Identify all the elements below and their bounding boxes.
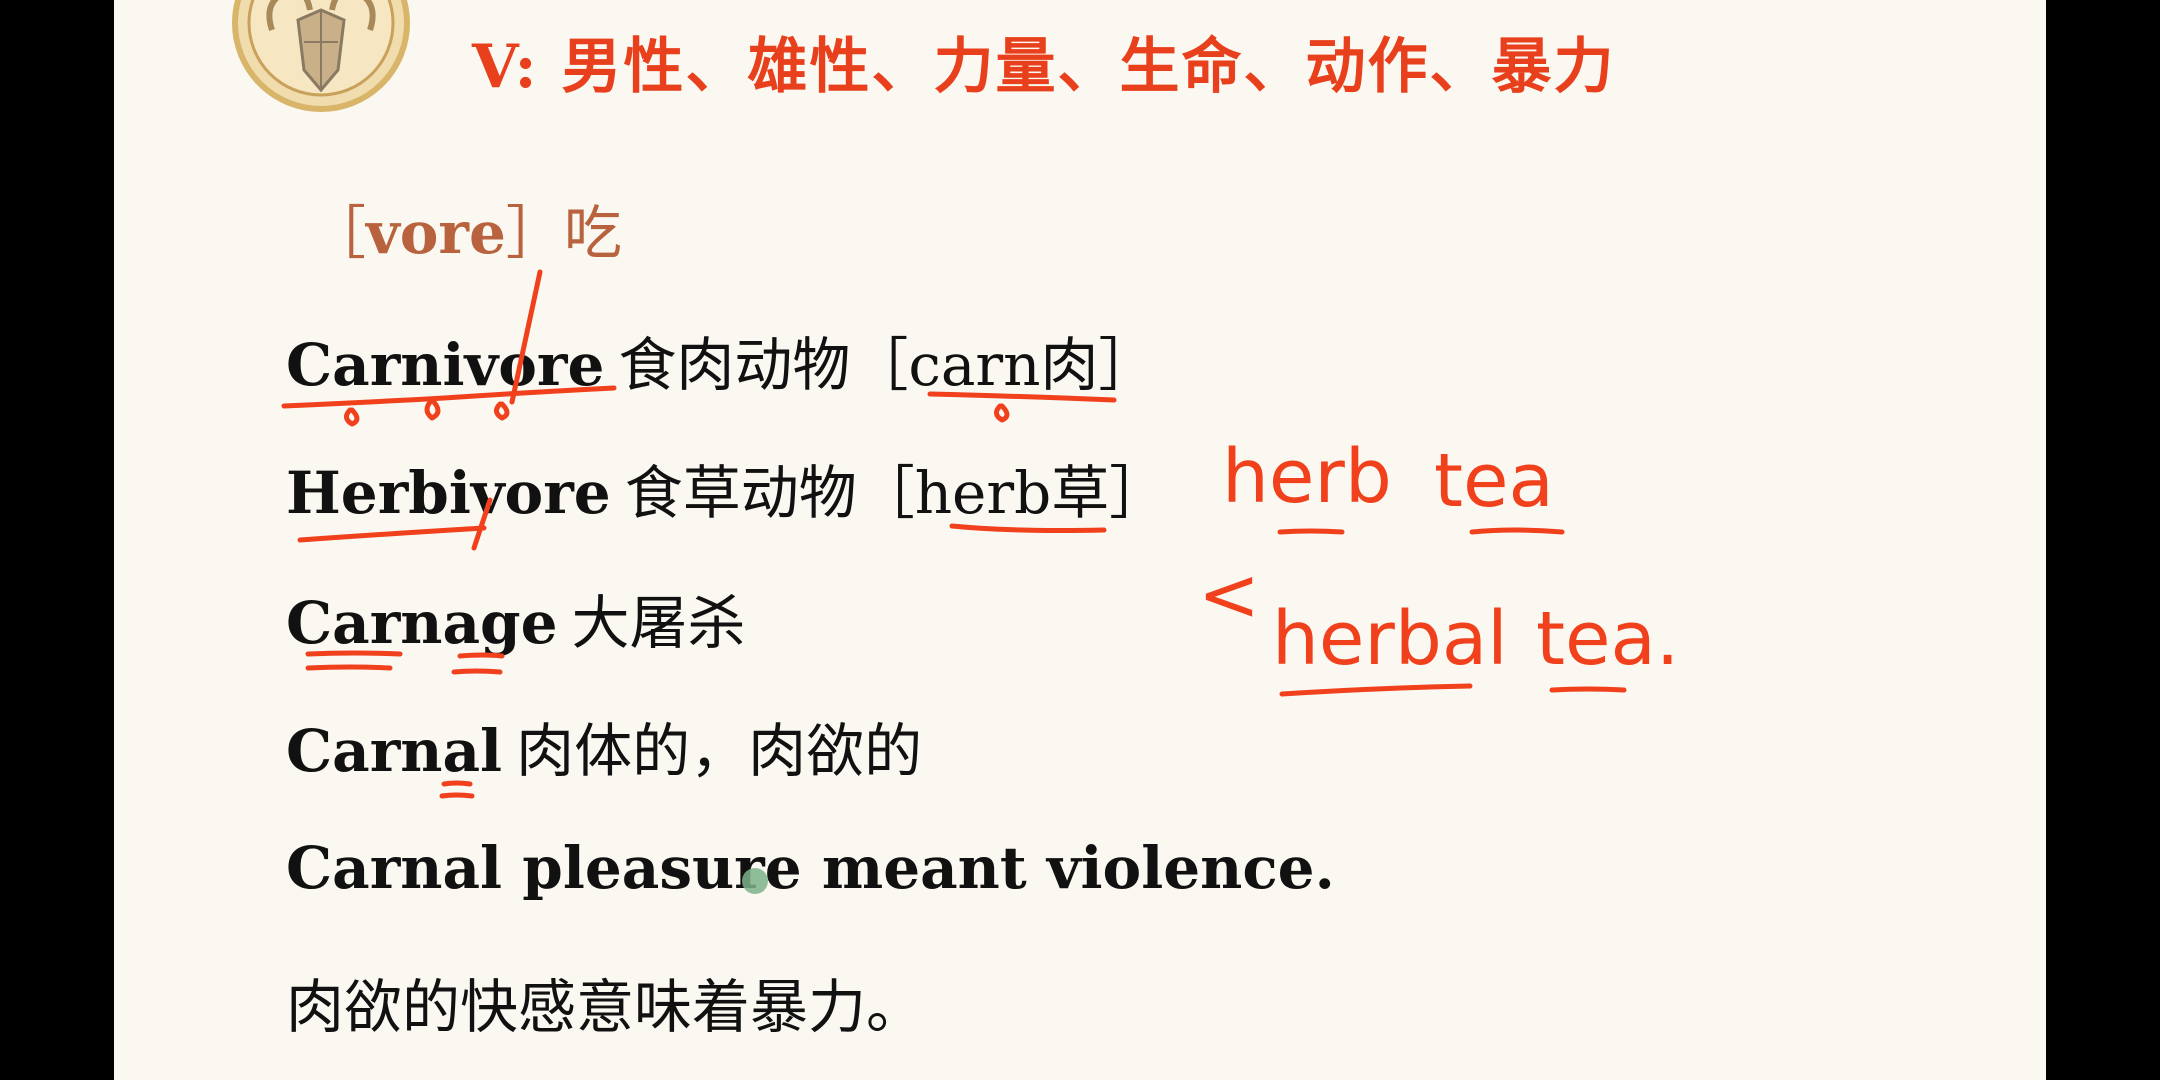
note-tea: tea: [1434, 438, 1554, 524]
mark-carnivore-2: [424, 397, 441, 421]
underline-carnal-2: [439, 792, 475, 799]
entry-word: Carnage: [286, 589, 558, 657]
example-english: Carnal pleasure meant violence.: [286, 834, 1335, 902]
entry-carnivore: Carnivore 食肉动物［carn肉］: [286, 318, 1157, 402]
example-translation: 肉欲的快感意味着暴力。: [286, 960, 924, 1044]
mark-carn: [994, 403, 1010, 423]
slide-title: V: 男性、雄性、力量、生命、动作、暴力: [472, 32, 1616, 102]
close-bracket: ］: [505, 199, 564, 267]
underline-tea-note: [1469, 527, 1565, 535]
entry-word: Carnivore: [286, 331, 605, 399]
entry-meaning: 食肉动物［carn肉］: [618, 331, 1157, 399]
note-herbal: herbal: [1272, 596, 1508, 682]
note-herb: herb: [1222, 434, 1392, 520]
entry-herbivore: Herbivore 食草动物［herb草］: [286, 446, 1167, 530]
open-bracket: ［: [308, 199, 367, 267]
handwriting-layer: herb tea < herbal tea.: [281, 269, 1679, 799]
entry-meaning: 肉体的，肉欲的: [516, 717, 923, 785]
entry-meaning: 大屠杀: [571, 589, 746, 657]
entry-meaning: 食草动物［herb草］: [624, 459, 1168, 527]
underline-carnage-4: [451, 668, 503, 675]
note-tea2: tea.: [1536, 596, 1679, 682]
ram-head-icon: [232, 0, 410, 112]
entry-word: Herbivore: [286, 459, 611, 527]
mark-carnivore-1: [344, 407, 360, 427]
root-heading: ［vore］吃: [308, 186, 622, 270]
underline-tea2-note: [1549, 686, 1627, 693]
pointer-dot: [742, 868, 768, 894]
mark-carnivore-3: [494, 401, 510, 421]
note-lt: <: [1198, 552, 1260, 638]
root-word: vore: [366, 199, 506, 267]
underline-carnage-2: [305, 664, 393, 671]
slide: V: 男性、雄性、力量、生命、动作、暴力 ［vore］吃 Carnivore 食肉…: [114, 0, 2046, 1080]
root-meaning: 吃: [563, 199, 622, 267]
underline-herbal-note: [1279, 683, 1473, 697]
example-sentence: Carnal pleasure meant violence.: [286, 834, 1335, 902]
example-chinese: 肉欲的快感意味着暴力。: [286, 973, 925, 1041]
entry-carnage: Carnage 大屠杀: [286, 576, 746, 660]
entry-word: Carnal: [286, 717, 503, 785]
entry-carnal: Carnal 肉体的，肉欲的: [286, 704, 922, 788]
underline-herb-note: [1277, 528, 1345, 535]
